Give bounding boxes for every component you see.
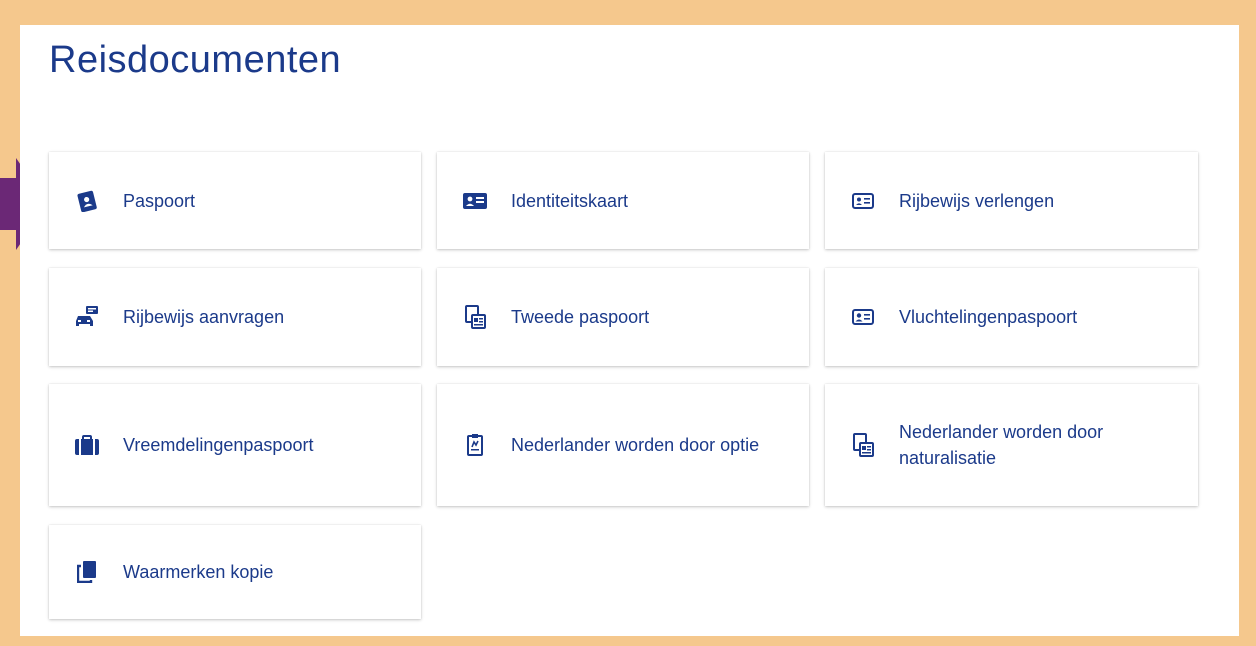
tile-label: Tweede paspoort xyxy=(511,307,650,327)
id-card-icon xyxy=(463,189,487,213)
naturalisation-icon xyxy=(851,433,875,457)
tile-label: Vreemdelingenpaspoort xyxy=(123,435,314,455)
tile-waarmerken-kopie[interactable]: Waarmerken kopie xyxy=(49,525,421,619)
suitcase-icon xyxy=(75,433,99,457)
tile-label: Waarmerken kopie xyxy=(123,562,274,582)
tile-nederlander-optie[interactable]: Nederlander worden door optie xyxy=(437,384,809,506)
tile-label: Vluchtelingenpaspoort xyxy=(899,307,1078,327)
tile-label: Rijbewijs verlengen xyxy=(899,190,1055,211)
travel-documents-panel: Reisdocumenten Paspoort Identiteitskaart… xyxy=(20,25,1239,636)
refugee-card-icon xyxy=(851,305,875,329)
tile-nederlander-naturalisatie[interactable]: Nederlander worden door naturalisatie xyxy=(825,384,1198,506)
tile-label: Paspoort xyxy=(123,190,196,211)
tile-vluchtelingenpaspoort[interactable]: Vluchtelingenpaspoort xyxy=(825,268,1198,366)
tile-label: Identiteitskaart xyxy=(511,190,629,211)
tile-paspoort[interactable]: Paspoort xyxy=(49,152,421,249)
tile-label: Rijbewijs aanvragen xyxy=(123,307,285,327)
document-icon xyxy=(463,433,487,457)
tile-rijbewijs-aanvragen[interactable]: Rijbewijs aanvragen xyxy=(49,268,421,366)
second-passport-icon xyxy=(463,305,487,329)
tile-rijbewijs-verlengen[interactable]: Rijbewijs verlengen xyxy=(825,152,1198,249)
tile-identiteitskaart[interactable]: Identiteitskaart xyxy=(437,152,809,249)
license-card-icon xyxy=(851,189,875,213)
tile-vreemdelingenpaspoort[interactable]: Vreemdelingenpaspoort xyxy=(49,384,421,506)
tile-tweede-paspoort[interactable]: Tweede paspoort xyxy=(437,268,809,366)
copy-icon xyxy=(75,560,99,584)
page-title: Reisdocumenten xyxy=(49,39,342,81)
car-license-icon xyxy=(75,305,99,329)
passport-icon xyxy=(75,189,99,213)
tile-label: Nederlander worden door optie xyxy=(511,435,760,455)
tile-label: Nederlander worden door naturalisatie xyxy=(899,422,1104,468)
